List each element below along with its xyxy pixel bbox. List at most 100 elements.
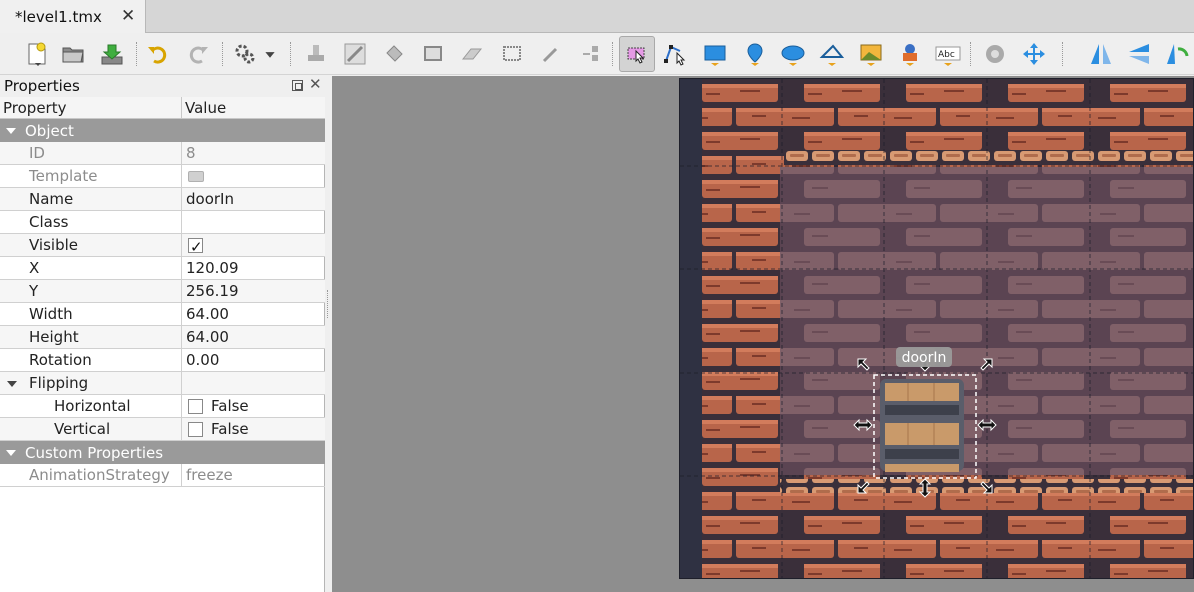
property-value[interactable]: 64.00 [182, 303, 325, 325]
property-key: Visible [0, 234, 182, 256]
property-key: Flipping [0, 372, 182, 394]
property-key: Height [0, 326, 182, 348]
property-row-rotation[interactable]: Rotation 0.00 [0, 349, 325, 372]
insert-template-icon[interactable] [893, 37, 927, 71]
expand-arrow-icon[interactable] [6, 127, 16, 134]
property-row-class[interactable]: Class [0, 211, 325, 234]
checkbox-label: False [211, 420, 249, 438]
horizontal-checkbox[interactable] [188, 398, 203, 414]
property-row-width[interactable]: Width 64.00 [0, 303, 325, 326]
bucket-fill-icon[interactable] [377, 37, 411, 71]
svg-text:Abc: Abc [938, 50, 955, 60]
tab-close-icon[interactable]: ✕ [121, 8, 135, 25]
property-value: freeze [186, 466, 233, 484]
group-label: Object [25, 121, 74, 140]
main-toolbar: Abc [0, 33, 1194, 75]
move-icon[interactable] [1017, 37, 1051, 71]
property-row-y[interactable]: Y 256.19 [0, 280, 325, 303]
property-key: Width [0, 303, 182, 325]
property-row-horizontal[interactable]: Horizontal False [0, 395, 325, 418]
commands-icon[interactable] [228, 37, 262, 71]
property-row-flipping[interactable]: Flipping [0, 372, 325, 395]
save-icon[interactable] [95, 37, 129, 71]
stamp-brush-icon[interactable] [299, 37, 333, 71]
property-key: Vertical [0, 418, 182, 440]
toolbar-separator [1062, 42, 1064, 66]
property-row-template[interactable]: Template [0, 165, 325, 188]
new-map-icon[interactable] [20, 37, 54, 71]
property-row-height[interactable]: Height 64.00 [0, 326, 325, 349]
group-object[interactable]: Object [0, 119, 325, 142]
object-name-label: doorIn [902, 350, 947, 366]
dropdown-arrow-icon[interactable] [258, 37, 282, 71]
tile-map[interactable]: doorIn [679, 78, 1194, 579]
panel-splitter-handle[interactable] [327, 290, 329, 318]
select-objects-icon[interactable] [619, 36, 655, 72]
undo-icon[interactable] [141, 37, 175, 71]
property-value[interactable] [182, 211, 325, 233]
expand-arrow-icon[interactable] [6, 449, 16, 456]
toolbar-separator [290, 42, 292, 66]
table-header: Property Value [0, 97, 325, 119]
property-value [182, 165, 325, 187]
document-tab[interactable]: *level1.tmx ✕ [0, 0, 146, 33]
toolbar-separator [970, 42, 972, 66]
property-row-name[interactable]: Name doorIn [0, 188, 325, 211]
flip-horizontal-icon[interactable] [1084, 37, 1118, 71]
group-label: Custom Properties [25, 443, 164, 462]
rectangular-select-icon[interactable] [495, 37, 529, 71]
insert-polygon-icon[interactable] [815, 37, 849, 71]
property-value[interactable]: 0.00 [182, 349, 325, 371]
insert-text-icon[interactable]: Abc [931, 37, 965, 71]
property-column-header[interactable]: Property [0, 97, 182, 118]
terrain-brush-icon[interactable] [338, 37, 372, 71]
property-value[interactable]: 64.00 [182, 326, 325, 348]
toolbar-separator [136, 42, 138, 66]
float-panel-icon[interactable] [292, 80, 303, 91]
vertical-checkbox[interactable] [188, 421, 203, 437]
property-row-x[interactable]: X 120.09 [0, 257, 325, 280]
insert-tile-icon[interactable] [854, 37, 888, 71]
property-row-animation-strategy[interactable]: AnimationStrategy freeze [0, 464, 325, 487]
property-row-id[interactable]: ID 8 [0, 142, 325, 165]
property-row-visible[interactable]: Visible [0, 234, 325, 258]
shape-fill-icon[interactable] [416, 37, 450, 71]
edit-polygons-icon[interactable] [658, 37, 692, 71]
property-key: AnimationStrategy [0, 464, 182, 486]
value-column-header[interactable]: Value [182, 97, 226, 118]
close-panel-icon[interactable]: ✕ [309, 75, 322, 93]
eraser-icon[interactable] [455, 37, 489, 71]
property-value [182, 234, 325, 258]
properties-panel-header: Properties ✕ [0, 75, 325, 97]
expand-arrow-icon[interactable] [7, 381, 17, 387]
visible-checkbox[interactable] [188, 236, 203, 258]
toolbar-separator [612, 42, 614, 66]
properties-panel-title: Properties [4, 77, 80, 95]
insert-ellipse-icon[interactable] [776, 37, 810, 71]
insert-point-icon[interactable] [738, 37, 772, 71]
group-custom-properties[interactable]: Custom Properties [0, 441, 325, 464]
property-value [182, 372, 325, 394]
property-key: ID [0, 142, 182, 164]
select-same-tile-icon[interactable] [574, 37, 608, 71]
template-picker-icon[interactable] [188, 170, 204, 182]
door-object[interactable] [880, 379, 964, 472]
properties-panel: Properties ✕ Property Value Object ID 8 … [0, 75, 325, 592]
tile-map-drawing: doorIn [680, 79, 1193, 578]
redo-icon[interactable] [181, 37, 215, 71]
magic-wand-icon[interactable] [534, 37, 568, 71]
world-tool-icon[interactable] [978, 37, 1012, 71]
property-key: X [0, 257, 182, 279]
flip-vertical-icon[interactable] [1122, 37, 1156, 71]
rotate-icon[interactable] [1160, 37, 1194, 71]
property-row-vertical[interactable]: Vertical False [0, 418, 325, 441]
property-value[interactable]: doorIn [182, 188, 325, 210]
insert-rectangle-icon[interactable] [698, 37, 732, 71]
open-icon[interactable] [56, 37, 90, 71]
property-key: Rotation [0, 349, 182, 371]
property-value: 8 [186, 144, 196, 162]
property-value[interactable]: 120.09 [182, 257, 325, 279]
property-value[interactable]: 256.19 [182, 280, 325, 302]
property-key: Name [0, 188, 182, 210]
property-value: False [182, 418, 325, 440]
